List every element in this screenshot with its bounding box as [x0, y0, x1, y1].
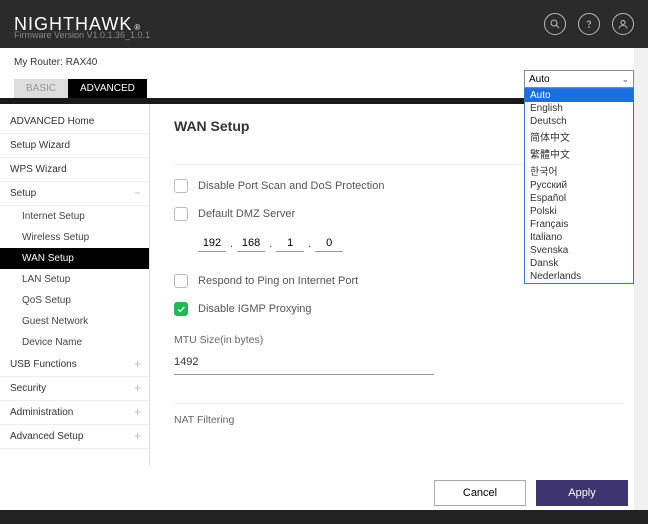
language-option[interactable]: Polski	[525, 205, 633, 218]
sidebar-sub-guest-network[interactable]: Guest Network	[0, 311, 149, 332]
mtu-underline	[174, 374, 434, 375]
dmz-ip-octet-4[interactable]	[315, 235, 343, 252]
sidebar-item-label: Setup	[10, 188, 36, 199]
sidebar-item-label: Administration	[10, 407, 73, 418]
sidebar-item-setup[interactable]: Setup −	[0, 182, 149, 206]
label-disable-igmp: Disable IGMP Proxying	[198, 303, 312, 315]
sidebar-item-administration[interactable]: Administration +	[0, 401, 149, 425]
sidebar-item-advanced-setup[interactable]: Advanced Setup +	[0, 425, 149, 449]
language-selected: Auto	[529, 74, 550, 85]
sidebar-item-wps-wizard[interactable]: WPS Wizard	[0, 158, 149, 182]
sidebar-sub-lan-setup[interactable]: LAN Setup	[0, 269, 149, 290]
app-header: NIGHTHAWK ® Firmware Version V1.0.1.36_1…	[0, 0, 648, 48]
mtu-value[interactable]: 1492	[174, 356, 624, 368]
tab-advanced[interactable]: ADVANCED	[68, 79, 147, 98]
firmware-version: Firmware Version V1.0.1.36_1.0.1	[14, 30, 150, 40]
sidebar-sub-wan-setup[interactable]: WAN Setup	[0, 248, 149, 269]
divider	[174, 403, 624, 404]
expand-icon: +	[134, 431, 141, 441]
dmz-ip-octet-3[interactable]	[276, 235, 304, 252]
sidebar-sub-wireless-setup[interactable]: Wireless Setup	[0, 227, 149, 248]
language-option[interactable]: Español	[525, 192, 633, 205]
language-option[interactable]: 한국어	[525, 162, 633, 179]
page-scrollbar[interactable]	[634, 0, 648, 524]
ip-dot: .	[228, 238, 235, 250]
router-label: My Router:	[14, 57, 63, 68]
language-option[interactable]: Svenska	[525, 244, 633, 257]
footer-actions: Cancel Apply	[434, 480, 628, 506]
cancel-button[interactable]: Cancel	[434, 480, 526, 506]
sidebar-item-label: Advanced Setup	[10, 431, 83, 442]
checkbox-respond-ping[interactable]	[174, 274, 188, 288]
expand-icon: +	[134, 407, 141, 417]
label-default-dmz: Default DMZ Server	[198, 208, 295, 220]
sidebar-item-setup-wizard[interactable]: Setup Wizard	[0, 134, 149, 158]
apply-button[interactable]: Apply	[536, 480, 628, 506]
language-select-box[interactable]: Auto ⌄	[524, 70, 634, 88]
collapse-icon: −	[134, 188, 141, 198]
language-option[interactable]: 繁體中文	[525, 145, 633, 162]
user-icon[interactable]	[612, 13, 634, 35]
chevron-down-icon: ⌄	[621, 74, 629, 85]
language-option[interactable]: Ελληνικά	[525, 283, 633, 284]
language-option[interactable]: Dansk	[525, 257, 633, 270]
sidebar-item-label: USB Functions	[10, 359, 77, 370]
tab-basic[interactable]: BASIC	[14, 79, 68, 98]
sidebar-item-label: Security	[10, 383, 46, 394]
language-option[interactable]: Français	[525, 218, 633, 231]
ip-dot: .	[306, 238, 313, 250]
language-option[interactable]: Deutsch	[525, 115, 633, 128]
search-icon[interactable]	[544, 13, 566, 35]
help-center-bar[interactable]	[0, 510, 648, 524]
sidebar-item-advanced-home[interactable]: ADVANCED Home	[0, 110, 149, 134]
expand-icon: +	[134, 383, 141, 393]
expand-icon: +	[134, 359, 141, 369]
dmz-ip-octet-1[interactable]	[198, 235, 226, 252]
language-option[interactable]: Nederlands	[525, 270, 633, 283]
help-icon[interactable]	[578, 13, 600, 35]
ip-dot: .	[267, 238, 274, 250]
sidebar-item-security[interactable]: Security +	[0, 377, 149, 401]
sidebar-sub-internet-setup[interactable]: Internet Setup	[0, 206, 149, 227]
sidebar-sub-qos-setup[interactable]: QoS Setup	[0, 290, 149, 311]
mtu-label: MTU Size(in bytes)	[174, 334, 624, 346]
checkbox-disable-port-scan[interactable]	[174, 179, 188, 193]
language-option[interactable]: Italiano	[525, 231, 633, 244]
language-option[interactable]: Русский	[525, 179, 633, 192]
nat-label: NAT Filtering	[174, 414, 624, 426]
label-respond-ping: Respond to Ping on Internet Port	[198, 275, 358, 287]
checkbox-default-dmz[interactable]	[174, 207, 188, 221]
check-icon	[176, 304, 186, 314]
language-dropdown-list[interactable]: AutoEnglishDeutsch简体中文繁體中文한국어РусскийEspa…	[524, 88, 634, 284]
language-option[interactable]: Auto	[525, 89, 633, 102]
language-selector: Auto ⌄ AutoEnglishDeutsch简体中文繁體中文한국어Русс…	[524, 70, 634, 284]
sidebar-sub-device-name[interactable]: Device Name	[0, 332, 149, 353]
checkbox-disable-igmp[interactable]	[174, 302, 188, 316]
dmz-ip-octet-2[interactable]	[237, 235, 265, 252]
sidebar: ADVANCED Home Setup Wizard WPS Wizard Se…	[0, 104, 150, 466]
label-disable-port-scan: Disable Port Scan and DoS Protection	[198, 180, 385, 192]
router-model: RAX40	[66, 57, 98, 68]
language-option[interactable]: English	[525, 102, 633, 115]
language-option[interactable]: 简体中文	[525, 128, 633, 145]
sidebar-item-usb-functions[interactable]: USB Functions +	[0, 353, 149, 377]
